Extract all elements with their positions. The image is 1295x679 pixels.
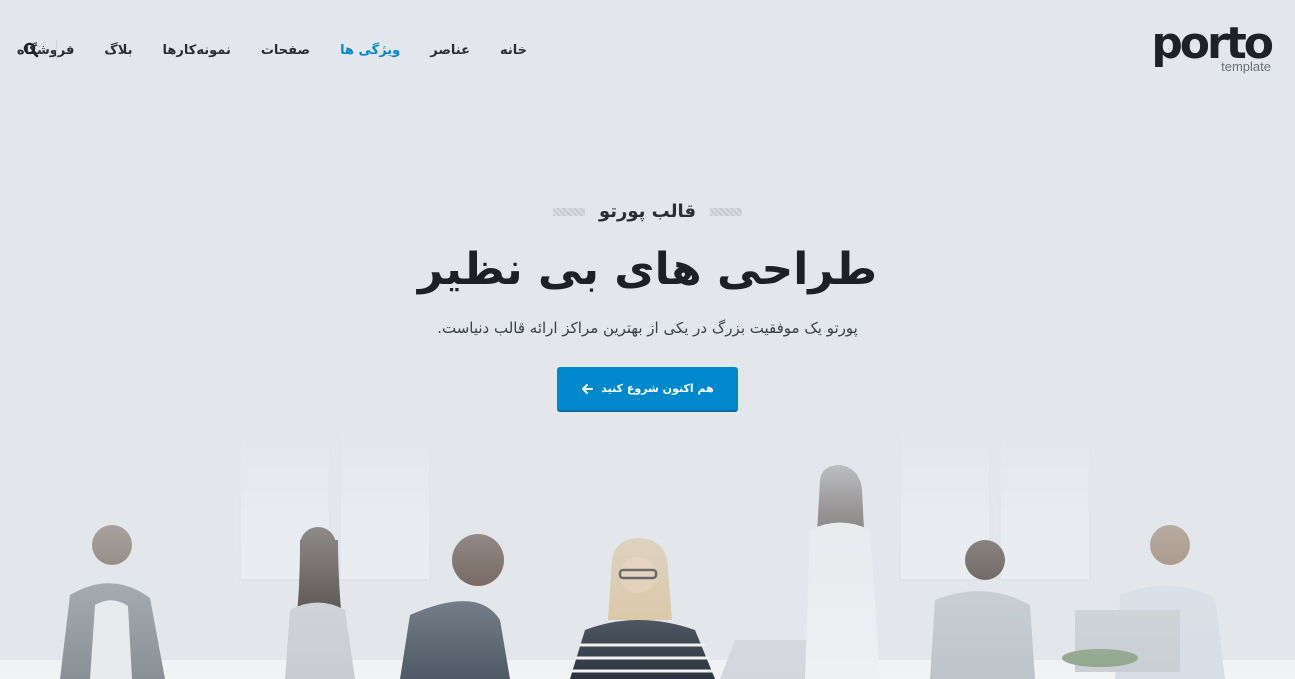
eyebrow-text: قالب پورتو [598,201,697,222]
nav-item-blog[interactable]: بلاگ [104,43,132,58]
eyebrow-line-right [710,208,743,216]
nav-item-home[interactable]: خانه [500,43,527,58]
office-team-photo [0,420,1295,679]
search-button[interactable] [22,41,40,59]
start-now-label: هم اکنون شروع کنید [601,381,714,395]
main-nav: خانه عناصر ویژگی ها صفحات نمونه‌کارها بل… [17,34,527,66]
nav-divider [56,40,57,60]
eyebrow-line-left [552,208,585,216]
nav-item-portfolio[interactable]: نمونه‌کارها [163,43,231,58]
hero-eyebrow: قالب پورتو [0,197,1295,227]
logo-sub: template [1221,59,1271,74]
search-icon [23,42,39,58]
hero-title: طراحی های بی نظیر [417,244,878,295]
nav-item-elements[interactable]: عناصر [430,43,470,58]
site-header: porto template خانه عناصر ویژگی ها صفحات… [0,0,1295,100]
logo[interactable]: porto template [1151,20,1274,78]
nav-item-features[interactable]: ویژگی ها [340,43,400,58]
arrow-left-icon [582,383,594,394]
hero-subtitle: پورتو یک موفقیت بزرگ در یکی از بهترین مر… [437,319,858,337]
nav-item-pages[interactable]: صفحات [261,43,310,58]
start-now-button[interactable]: هم اکنون شروع کنید [557,367,738,412]
